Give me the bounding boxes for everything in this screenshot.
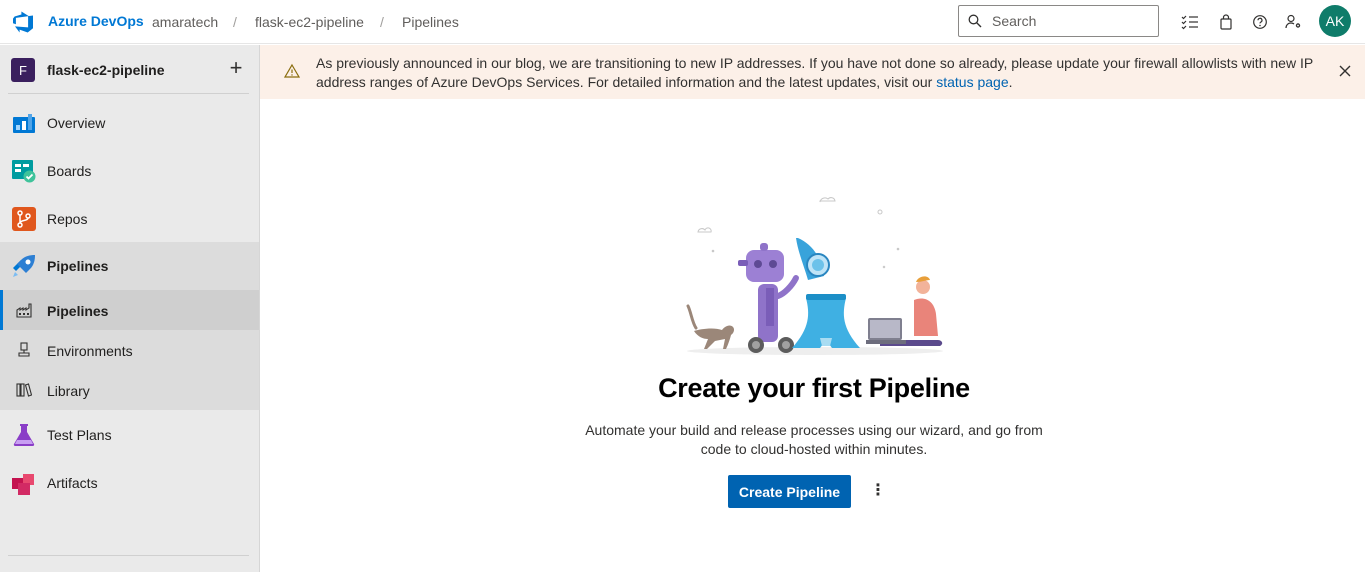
search-box[interactable]: [958, 5, 1159, 37]
sidebar: F flask-ec2-pipeline + Overview Boards R…: [0, 45, 260, 572]
brand-title[interactable]: Azure DevOps: [48, 13, 144, 29]
sidebar-item-repos[interactable]: Repos: [0, 195, 259, 243]
project-name[interactable]: flask-ec2-pipeline: [47, 62, 165, 78]
sidebar-item-label: Test Plans: [47, 427, 112, 443]
banner-text: As previously announced in our blog, we …: [316, 55, 1313, 90]
more-options-icon[interactable]: ⋮: [868, 481, 888, 501]
project-header[interactable]: F flask-ec2-pipeline +: [0, 45, 260, 95]
sidebar-item-artifacts[interactable]: Artifacts: [0, 459, 259, 507]
sidebar-subitem-label: Library: [47, 383, 90, 399]
help-icon[interactable]: [1250, 12, 1270, 32]
sidebar-subitem-environments[interactable]: Environments: [0, 330, 259, 370]
top-bar: Azure DevOps amaratech / flask-ec2-pipel…: [0, 0, 1365, 44]
test-plans-icon: [13, 424, 35, 446]
breadcrumb-organization[interactable]: amaratech: [152, 14, 218, 30]
sidebar-subitem-label: Pipelines: [47, 303, 109, 319]
pipeline-illustration: [686, 197, 943, 355]
avatar[interactable]: AK: [1319, 5, 1351, 37]
sidebar-item-test-plans[interactable]: Test Plans: [0, 411, 259, 459]
description-line: code to cloud-hosted within minutes.: [700, 441, 928, 457]
sidebar-item-label: Artifacts: [47, 475, 98, 491]
sidebar-item-label: Overview: [47, 115, 106, 131]
search-input[interactable]: [992, 13, 1152, 29]
task-list-icon[interactable]: [1180, 12, 1200, 32]
sidebar-subitem-library[interactable]: Library: [0, 370, 259, 410]
repos-icon: [12, 207, 36, 231]
sidebar-item-label: Boards: [47, 163, 92, 179]
boards-icon: [12, 160, 36, 183]
banner-message: As previously announced in our blog, we …: [316, 54, 1326, 92]
search-icon: [968, 14, 982, 28]
breadcrumb-separator: /: [233, 14, 237, 30]
sidebar-item-label: Pipelines: [47, 258, 109, 274]
sidebar-item-overview[interactable]: Overview: [0, 99, 259, 147]
shopping-bag-icon[interactable]: [1216, 12, 1236, 32]
banner-text-end: .: [1008, 74, 1013, 90]
page-description: Automate your build and release processe…: [560, 421, 1068, 459]
overview-icon: [13, 114, 35, 133]
pipelines-icon: [13, 255, 35, 277]
breadcrumb-separator: /: [380, 14, 384, 30]
close-icon[interactable]: [1338, 64, 1352, 78]
sidebar-divider: [8, 555, 249, 556]
project-avatar: F: [11, 58, 35, 82]
sidebar-subitem-pipelines[interactable]: Pipelines: [0, 290, 259, 330]
sidebar-item-boards[interactable]: Boards: [0, 147, 259, 195]
page-title: Create your first Pipeline: [658, 373, 970, 403]
description-line: Automate your build and release processe…: [585, 422, 1043, 438]
sidebar-item-pipelines[interactable]: Pipelines: [0, 242, 259, 290]
azure-devops-logo-icon[interactable]: [13, 11, 35, 33]
breadcrumb-page[interactable]: Pipelines: [402, 14, 459, 30]
user-settings-icon[interactable]: [1284, 12, 1304, 32]
selection-indicator: [0, 290, 3, 330]
sidebar-item-label: Repos: [47, 211, 88, 227]
pipelines-factory-icon: [16, 303, 32, 318]
breadcrumb-project[interactable]: flask-ec2-pipeline: [255, 14, 364, 30]
status-page-link[interactable]: status page: [936, 74, 1008, 90]
environments-icon: [18, 342, 30, 357]
notification-banner: As previously announced in our blog, we …: [260, 45, 1365, 99]
sidebar-subitem-label: Environments: [47, 343, 133, 359]
add-icon[interactable]: +: [226, 57, 246, 81]
artifacts-icon: [12, 474, 34, 495]
warning-icon: [284, 63, 300, 78]
create-pipeline-button[interactable]: Create Pipeline: [728, 475, 851, 508]
sidebar-divider: [8, 93, 249, 94]
library-icon: [16, 383, 32, 397]
